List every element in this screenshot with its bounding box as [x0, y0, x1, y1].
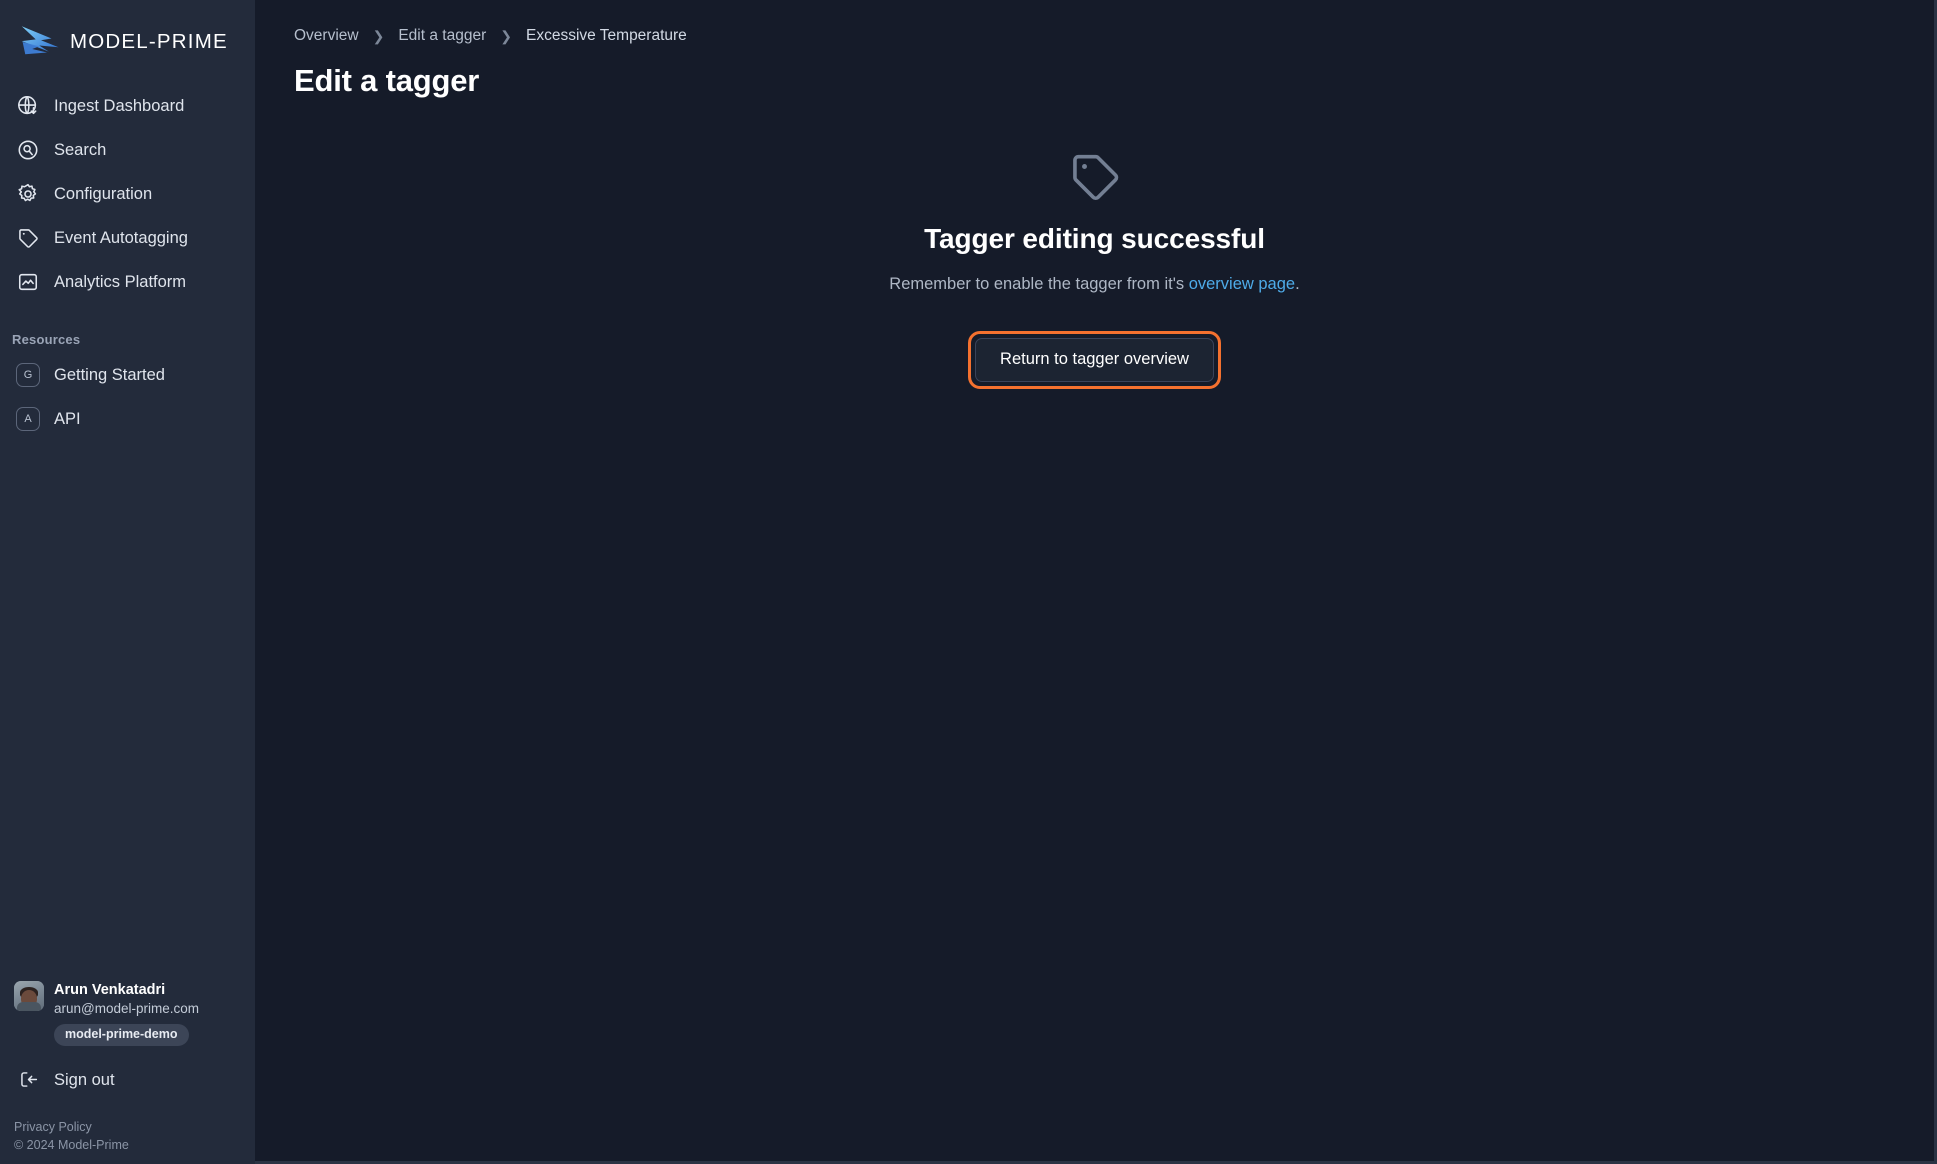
brand-name: MODEL-PRIME	[70, 30, 228, 53]
sidebar-item-label: Event Autotagging	[54, 228, 188, 247]
sidebar-item-label: Ingest Dashboard	[54, 96, 185, 115]
breadcrumb-item-current: Excessive Temperature	[525, 27, 687, 44]
sidebar: MODEL-PRIME Ingest Dashboard Search Conf…	[0, 0, 255, 1164]
user-row[interactable]: Arun Venkatadri arun@model-prime.com mod…	[14, 981, 255, 1046]
success-subtitle-before: Remember to enable the tagger from it's	[889, 275, 1189, 293]
api-badge-icon: A	[16, 407, 40, 431]
main-content: Overview ❯ Edit a tagger ❯ Excessive Tem…	[255, 0, 1937, 1164]
brand-logo[interactable]: MODEL-PRIME	[0, 0, 255, 66]
user-name: Arun Venkatadri	[54, 982, 166, 999]
sidebar-item-label: Analytics Platform	[54, 272, 187, 291]
sign-out-label: Sign out	[54, 1070, 115, 1089]
success-subtitle: Remember to enable the tagger from it's …	[889, 275, 1299, 294]
gear-icon	[16, 182, 40, 206]
sidebar-item-getting-started[interactable]: G Getting Started	[0, 353, 255, 397]
tag-icon	[1067, 149, 1123, 205]
tenant-badge: model-prime-demo	[54, 1023, 189, 1046]
breadcrumb: Overview ❯ Edit a tagger ❯ Excessive Tem…	[255, 0, 1934, 45]
privacy-policy-link[interactable]: Privacy Policy	[14, 1118, 255, 1136]
model-prime-swoosh-logo-icon	[20, 23, 62, 61]
sidebar-item-analytics-platform[interactable]: Analytics Platform	[0, 260, 255, 304]
page-title: Edit a tagger	[294, 63, 480, 98]
sidebar-footer: Privacy Policy © 2024 Model-Prime	[0, 1100, 255, 1164]
return-to-tagger-overview-button[interactable]: Return to tagger overview	[975, 338, 1214, 382]
user-email: arun@model-prime.com	[54, 1001, 199, 1017]
overview-page-link[interactable]: overview page	[1189, 275, 1295, 293]
sidebar-item-label: Search	[54, 140, 107, 159]
getting-started-badge-icon: G	[16, 363, 40, 387]
sidebar-item-configuration[interactable]: Configuration	[0, 172, 255, 216]
app-root: MODEL-PRIME Ingest Dashboard Search Conf…	[0, 0, 1937, 1164]
user-profile-block: Arun Venkatadri arun@model-prime.com mod…	[0, 981, 255, 1046]
sidebar-item-label: Configuration	[54, 184, 153, 203]
breadcrumb-item-edit-a-tagger[interactable]: Edit a tagger	[398, 27, 486, 45]
sign-out-button[interactable]: Sign out	[0, 1060, 255, 1100]
copyright-text: © 2024 Model-Prime	[14, 1137, 129, 1152]
sidebar-item-event-autotagging[interactable]: Event Autotagging	[0, 216, 255, 260]
sign-out-icon	[16, 1068, 40, 1092]
sidebar-item-label: API	[54, 409, 81, 428]
breadcrumb-item-overview[interactable]: Overview	[294, 27, 359, 45]
return-button-focus-ring: Return to tagger overview	[968, 331, 1221, 389]
sidebar-item-search[interactable]: Search	[0, 128, 255, 172]
chevron-right-icon: ❯	[500, 28, 512, 44]
primary-nav: Ingest Dashboard Search Configuration Ev…	[0, 66, 255, 304]
sidebar-section-resources-heading: Resources	[12, 332, 81, 347]
success-title: Tagger editing successful	[924, 223, 1265, 254]
tag-icon	[16, 226, 40, 250]
sidebar-item-api[interactable]: A API	[0, 397, 255, 441]
sidebar-item-label: Getting Started	[54, 365, 165, 384]
avatar	[14, 981, 44, 1012]
chevron-right-icon: ❯	[372, 28, 385, 44]
image-chart-icon	[16, 270, 40, 294]
resources-nav: G Getting Started A API	[0, 353, 255, 441]
globe-download-icon	[16, 94, 40, 118]
success-panel: Tagger editing successful Remember to en…	[255, 149, 1934, 389]
sidebar-item-ingest-dashboard[interactable]: Ingest Dashboard	[0, 84, 255, 128]
success-subtitle-after: .	[1295, 275, 1300, 293]
search-icon	[16, 138, 40, 162]
